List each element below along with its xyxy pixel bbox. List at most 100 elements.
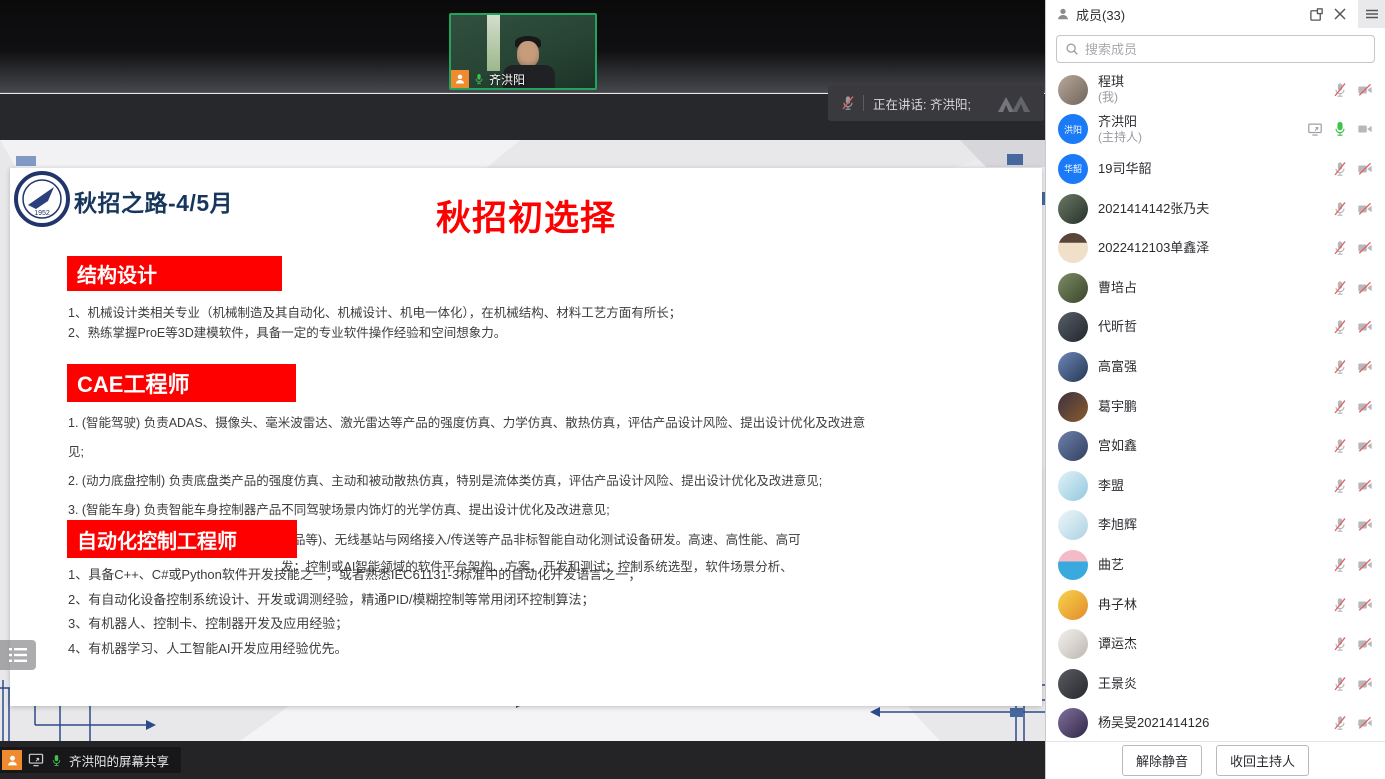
camera-status-icon[interactable] xyxy=(1357,121,1373,137)
meeting-app: 齐洪阳 正在讲话: 齐洪阳; xyxy=(0,0,1385,779)
member-name: 宫如鑫 xyxy=(1098,438,1137,454)
member-row[interactable]: 葛宇鹏 xyxy=(1046,387,1385,427)
mic-status-icon[interactable] xyxy=(1332,121,1348,137)
mic-status-icon[interactable] xyxy=(1332,161,1348,177)
section-bullets-automation-engineer: 1、具备C++、C#或Python软件开发技能之一，或者熟悉IEC61131-3… xyxy=(68,563,998,661)
member-name: 2021414142张乃夫 xyxy=(1098,201,1209,217)
camera-status-icon[interactable] xyxy=(1357,240,1373,256)
camera-status-icon[interactable] xyxy=(1357,280,1373,296)
avatar xyxy=(1058,590,1088,620)
mic-status-icon[interactable] xyxy=(1332,676,1348,692)
member-name: 19司华韶 xyxy=(1098,161,1151,177)
mic-status-icon[interactable] xyxy=(1332,715,1348,731)
camera-status-icon[interactable] xyxy=(1357,82,1373,98)
member-row[interactable]: 曲艺 xyxy=(1046,545,1385,585)
camera-status-icon[interactable] xyxy=(1357,636,1373,652)
member-row[interactable]: 高富强 xyxy=(1046,347,1385,387)
reclaim-host-button[interactable]: 收回主持人 xyxy=(1216,745,1309,776)
mic-on-icon xyxy=(50,753,63,768)
member-row[interactable]: 2021414142张乃夫 xyxy=(1046,189,1385,229)
automation-bg-text-2: 发；控制或AI智能领域的软件平台架构、方案、开发和测试；控制系统选型，软件场景分… xyxy=(281,556,793,575)
list-toggle-icon xyxy=(8,647,28,663)
side-panel-toggle[interactable] xyxy=(0,640,36,670)
mic-status-icon[interactable] xyxy=(1332,478,1348,494)
section-bullets-structural-design: 1、机械设计类相关专业（机械制造及其自动化、机械设计、机电一体化），在机械结构、… xyxy=(68,304,998,343)
avatar xyxy=(1058,233,1088,263)
mic-status-icon[interactable] xyxy=(1332,280,1348,296)
member-name: 谭运杰 xyxy=(1098,636,1137,652)
mic-status-icon[interactable] xyxy=(1332,438,1348,454)
member-icon xyxy=(1056,7,1070,21)
slide-center-title: 秋招初选择 xyxy=(10,190,1042,241)
member-row[interactable]: 曹培占 xyxy=(1046,268,1385,308)
speaker-video-thumbnail[interactable]: 齐洪阳 xyxy=(449,13,597,90)
member-row[interactable]: 李旭辉 xyxy=(1046,506,1385,546)
search-input[interactable] xyxy=(1085,42,1366,57)
member-row[interactable]: 谭运杰 xyxy=(1046,624,1385,664)
member-row[interactable]: 杨吴旻2021414126 xyxy=(1046,704,1385,742)
camera-status-icon[interactable] xyxy=(1357,319,1373,335)
camera-status-icon[interactable] xyxy=(1357,161,1373,177)
members-panel: 成员(33) 程琪 (我) xyxy=(1045,0,1385,779)
mic-status-icon[interactable] xyxy=(1332,636,1348,652)
camera-status-icon[interactable] xyxy=(1357,676,1373,692)
screen-share-icon xyxy=(28,753,44,767)
main-area: 齐洪阳 正在讲话: 齐洪阳; xyxy=(0,0,1045,779)
mic-status-icon[interactable] xyxy=(1332,240,1348,256)
camera-status-icon[interactable] xyxy=(1357,201,1373,217)
section-header-automation-engineer: 自动化控制工程师 xyxy=(67,520,297,558)
video-name-overlay: 齐洪阳 xyxy=(451,70,531,88)
camera-status-icon[interactable] xyxy=(1357,478,1373,494)
mic-status-icon[interactable] xyxy=(1332,399,1348,415)
camera-status-icon[interactable] xyxy=(1357,557,1373,573)
camera-status-icon[interactable] xyxy=(1357,517,1373,533)
camera-status-icon[interactable] xyxy=(1357,399,1373,415)
avatar: 洪阳 xyxy=(1058,114,1088,144)
member-name: 曹培占 xyxy=(1098,280,1137,296)
screen-share-status: 齐洪阳的屏幕共享 xyxy=(0,747,181,773)
member-row[interactable]: 冉子林 xyxy=(1046,585,1385,625)
mic-status-icon[interactable] xyxy=(1332,82,1348,98)
close-icon xyxy=(1333,7,1347,21)
avatar xyxy=(1058,550,1088,580)
speaker-name: 齐洪阳 xyxy=(489,71,525,88)
member-row[interactable]: 王景炎 xyxy=(1046,664,1385,704)
member-row[interactable]: 程琪 (我) xyxy=(1046,70,1385,110)
mic-status-icon[interactable] xyxy=(1332,597,1348,613)
panel-menu-button[interactable] xyxy=(1358,0,1385,28)
person-badge-icon xyxy=(451,70,469,88)
member-row[interactable]: 李盟 xyxy=(1046,466,1385,506)
speaking-label: 正在讲话: 齐洪阳; xyxy=(873,94,971,113)
avatar xyxy=(1058,431,1088,461)
member-row[interactable]: 2022412103单鑫泽 xyxy=(1046,228,1385,268)
member-search[interactable] xyxy=(1056,35,1375,63)
members-panel-header: 成员(33) xyxy=(1046,0,1385,28)
camera-status-icon[interactable] xyxy=(1357,715,1373,731)
mic-status-icon[interactable] xyxy=(1332,201,1348,217)
presentation-slide: 1952 秋招之路-4/5月 秋招初选择 结构设计 1、机械设计类相关专业（机械… xyxy=(10,168,1042,706)
member-row[interactable]: 代昕哲 xyxy=(1046,308,1385,348)
unmute-all-button[interactable]: 解除静音 xyxy=(1122,745,1202,776)
member-row[interactable]: 宫如鑫 xyxy=(1046,426,1385,466)
member-name: 李盟 xyxy=(1098,478,1124,494)
member-row[interactable]: 洪阳 齐洪阳 (主持人) xyxy=(1046,110,1385,150)
avatar xyxy=(1058,510,1088,540)
mic-status-icon[interactable] xyxy=(1332,319,1348,335)
camera-status-icon[interactable] xyxy=(1357,438,1373,454)
close-panel-button[interactable] xyxy=(1333,7,1347,21)
member-row[interactable]: 华韶 19司华韶 xyxy=(1046,149,1385,189)
section-bullets-cae-engineer: 1. (智能驾驶) 负责ADAS、摄像头、毫米波雷达、激光雷达等产品的强度仿真、… xyxy=(68,409,880,525)
camera-status-icon[interactable] xyxy=(1357,359,1373,375)
popout-panel-button[interactable] xyxy=(1309,7,1324,22)
member-name: 葛宇鹏 xyxy=(1098,399,1137,415)
mic-status-icon[interactable] xyxy=(1332,517,1348,533)
mic-status-icon[interactable] xyxy=(1332,359,1348,375)
search-icon xyxy=(1065,42,1079,56)
mic-muted-icon xyxy=(840,95,856,111)
mic-status-icon[interactable] xyxy=(1332,557,1348,573)
avatar xyxy=(1058,669,1088,699)
avatar xyxy=(1058,352,1088,382)
camera-status-icon[interactable] xyxy=(1357,597,1373,613)
avatar xyxy=(1058,273,1088,303)
member-name: 代昕哲 xyxy=(1098,319,1137,335)
